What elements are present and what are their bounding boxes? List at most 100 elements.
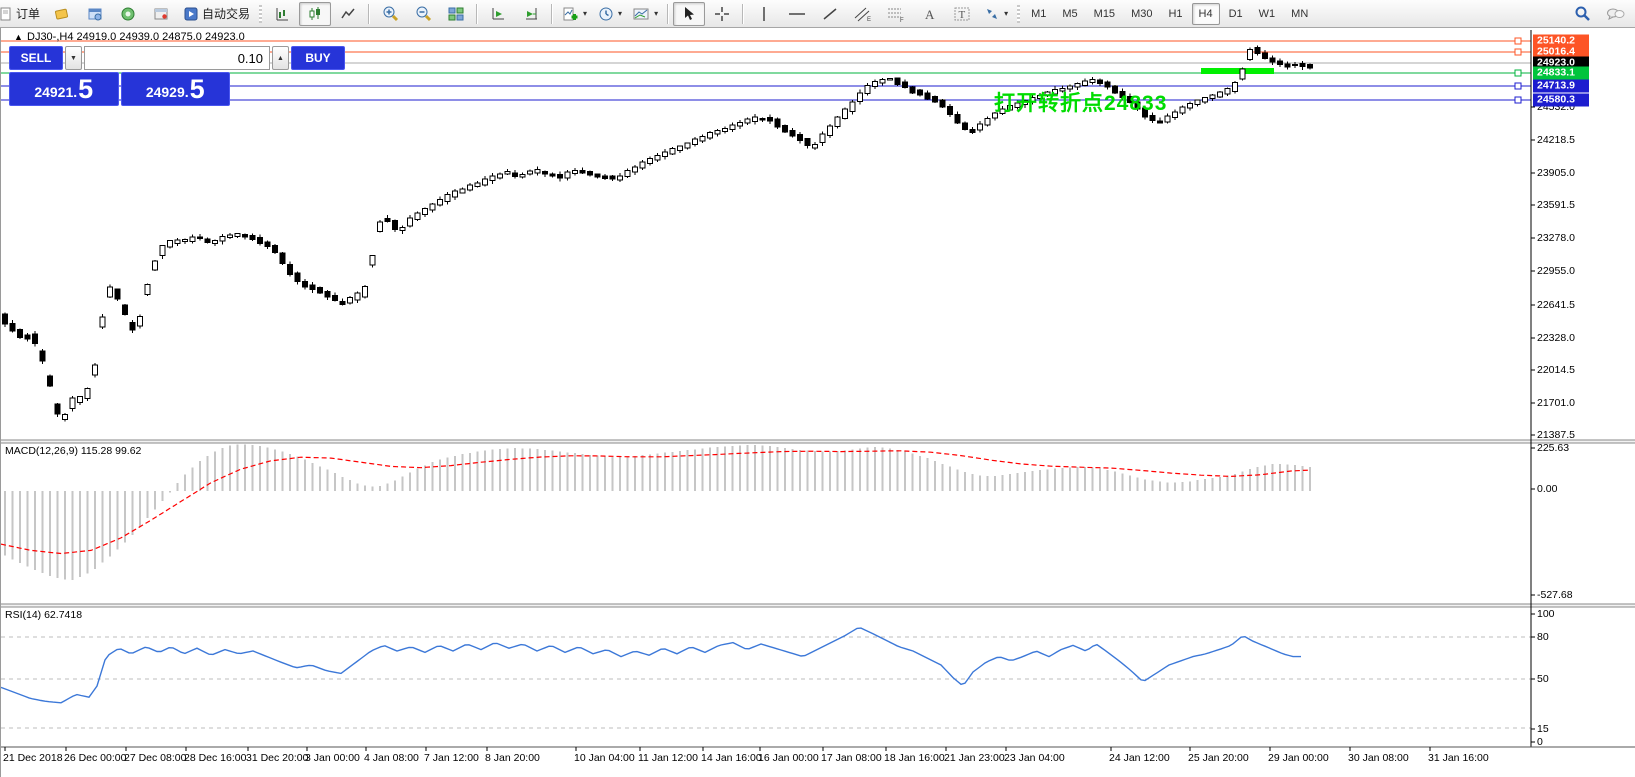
history-icon — [54, 6, 70, 22]
time-axis-label: 18 Jan 16:00 — [884, 752, 945, 764]
ohlc-header: DJ30-,H4 24919.0 24939.0 24875.0 24923.0 — [27, 31, 245, 43]
tile-windows-button[interactable] — [440, 2, 472, 26]
horizontal-line-button[interactable] — [781, 2, 813, 26]
level-price-tag: 24713.9 — [1533, 80, 1589, 93]
rsi-axis-label: 50 — [1537, 673, 1549, 685]
chart-expander-icon[interactable]: ▲ — [14, 32, 23, 42]
search-button[interactable] — [1566, 2, 1598, 26]
price-tick-label: 22641.5 — [1537, 299, 1575, 311]
timeframe-button-M30[interactable]: M30 — [1124, 3, 1159, 25]
bar-chart-icon — [274, 6, 290, 22]
search-icon — [1574, 5, 1591, 22]
toolbar-grip — [259, 5, 262, 23]
line-chart-button[interactable] — [332, 2, 364, 26]
autotrade-label: 自动交易 — [202, 5, 250, 22]
new-order-button[interactable]: 订单 — [0, 2, 45, 26]
svg-text:F: F — [900, 18, 904, 22]
price-tick-label: 23278.0 — [1537, 232, 1575, 244]
time-axis-label: 14 Jan 16:00 — [701, 752, 762, 764]
toolbar-separator — [667, 4, 669, 24]
new-order-label: 订单 — [16, 5, 40, 22]
time-axis-label: 7 Jan 12:00 — [424, 752, 479, 764]
tile-windows-icon — [448, 6, 464, 22]
time-axis-label: 17 Jan 08:00 — [821, 752, 882, 764]
volume-increase-button[interactable]: ▲ — [272, 46, 289, 70]
text-label-icon: T — [953, 6, 971, 22]
sell-price-display[interactable]: 24921. 5 — [9, 72, 119, 106]
navigator-button[interactable] — [112, 2, 144, 26]
candlestick-chart-button[interactable] — [299, 2, 331, 26]
volume-decrease-button[interactable]: ▼ — [65, 46, 82, 70]
market-watch-icon — [87, 6, 103, 22]
macd-axis-label: 0.00 — [1537, 483, 1557, 495]
timeframe-button-W1[interactable]: W1 — [1252, 3, 1283, 25]
zoom-out-icon — [415, 5, 432, 22]
market-watch-button[interactable] — [79, 2, 111, 26]
price-tick-label: 22328.0 — [1537, 332, 1575, 344]
timeframe-button-H1[interactable]: H1 — [1161, 3, 1189, 25]
zoom-in-button[interactable] — [374, 2, 406, 26]
time-axis-label: 11 Jan 12:00 — [638, 752, 698, 764]
fibonacci-button[interactable]: F — [880, 2, 912, 26]
timeframe-button-H4[interactable]: H4 — [1192, 3, 1220, 25]
toolbar-separator — [742, 4, 744, 24]
trendline-button[interactable] — [814, 2, 846, 26]
cursor-button[interactable] — [673, 2, 705, 26]
timeframe-toolbar: M1M5M15M30H1H4D1W1MN — [1024, 3, 1315, 25]
vertical-line-button[interactable] — [748, 2, 780, 26]
add-indicator-button[interactable]: ▾ — [557, 2, 592, 26]
macd-indicator-label: MACD(12,26,9) 115.28 99.62 — [5, 445, 141, 457]
rsi-axis-label: 15 — [1537, 723, 1549, 735]
template-icon — [633, 6, 650, 22]
history-button[interactable] — [46, 2, 78, 26]
text-label-button[interactable]: T — [946, 2, 978, 26]
autotrade-icon — [183, 6, 199, 22]
timeframe-button-D1[interactable]: D1 — [1222, 3, 1250, 25]
timeframe-button-M15[interactable]: M15 — [1087, 3, 1122, 25]
arrows-button[interactable]: ▾ — [979, 2, 1013, 26]
svg-text:A: A — [925, 7, 935, 22]
zoom-out-button[interactable] — [407, 2, 439, 26]
time-axis-label: 27 Dec 08:00 — [124, 752, 186, 764]
macd-axis-label: -527.68 — [1537, 589, 1573, 601]
macd-axis-label: 225.63 — [1537, 442, 1569, 454]
time-axis-label: 10 Jan 04:00 — [574, 752, 635, 764]
time-axis-label: 16 Jan 00:00 — [758, 752, 819, 764]
time-axis-label: 30 Jan 08:00 — [1348, 752, 1409, 764]
buy-price-display[interactable]: 24929. 5 — [121, 72, 231, 106]
autotrade-button[interactable]: 自动交易 — [178, 2, 255, 26]
auto-scroll-button[interactable] — [482, 2, 514, 26]
volume-input[interactable] — [84, 46, 270, 70]
period-button[interactable]: ▾ — [593, 2, 627, 26]
time-axis-label: 3 Jan 00:00 — [305, 752, 360, 764]
line-chart-icon — [340, 6, 356, 22]
timeframe-button-MN[interactable]: MN — [1284, 3, 1315, 25]
sell-price-big-digit: 5 — [78, 76, 93, 103]
timeframe-button-M5[interactable]: M5 — [1055, 3, 1084, 25]
chart-shift-icon — [523, 6, 540, 22]
buy-button[interactable]: BUY — [291, 46, 345, 70]
timeframe-button-M1[interactable]: M1 — [1024, 3, 1053, 25]
chart-window[interactable]: ▲ DJ30-,H4 24919.0 24939.0 24875.0 24923… — [0, 28, 1635, 777]
main-toolbar: 订单 自动交易 ▾ ▾ — [0, 0, 1635, 28]
period-clock-icon — [598, 6, 614, 22]
chat-button[interactable] — [1599, 2, 1631, 26]
template-button[interactable]: ▾ — [628, 2, 663, 26]
rsi-axis-label: 100 — [1537, 608, 1555, 620]
template-caret: ▾ — [654, 9, 658, 18]
bar-chart-button[interactable] — [266, 2, 298, 26]
text-icon: A — [922, 6, 936, 22]
svg-text:E: E — [867, 17, 871, 22]
price-tick-label: 23591.5 — [1537, 199, 1575, 211]
crosshair-button[interactable] — [706, 2, 738, 26]
time-axis-label: 23 Jan 04:00 — [1004, 752, 1065, 764]
chart-shift-button[interactable] — [515, 2, 547, 26]
terminal-button[interactable] — [145, 2, 177, 26]
toolbar-grip — [1017, 5, 1020, 23]
text-button[interactable]: A — [913, 2, 945, 26]
sell-button[interactable]: SELL — [9, 46, 63, 70]
sell-price-main: 24921. — [34, 81, 77, 103]
channel-button[interactable]: E — [847, 2, 879, 26]
navigator-icon — [120, 6, 136, 22]
time-axis-label: 26 Dec 00:00 — [64, 752, 126, 764]
